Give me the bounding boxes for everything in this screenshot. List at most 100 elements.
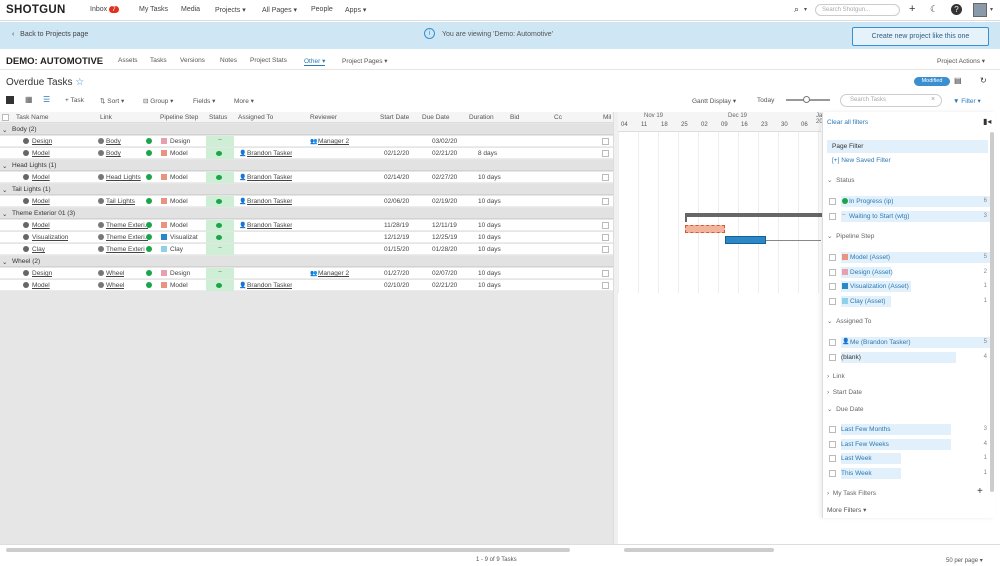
gantt-horizontal-scrollbar[interactable] [624, 548, 774, 552]
filter-checkbox[interactable] [829, 469, 836, 477]
filter-option[interactable]: This Week 1 [827, 467, 987, 479]
filter-checkbox[interactable] [829, 455, 836, 462]
link-cell[interactable]: Wheel [106, 270, 124, 277]
col-bid[interactable]: Bid [510, 114, 519, 121]
table-row[interactable]: Design Body Design – 👥 Manager 2 03/02/20 [0, 136, 613, 147]
pipeline-section-header[interactable]: ⌄ Pipeline Step [827, 232, 874, 240]
pipeline-step-cell[interactable]: Model [170, 174, 188, 181]
inbox-link[interactable]: Inbox 7 [90, 6, 119, 13]
filter-option[interactable]: In Progress (ip) 6 [827, 196, 991, 207]
col-duration[interactable]: Duration [469, 114, 494, 121]
reviewer-cell[interactable]: Manager 2 [318, 138, 349, 145]
page-filter-item[interactable]: Page Filter [827, 140, 988, 153]
gantt-summary-bar[interactable] [685, 213, 825, 217]
project-name[interactable]: DEMO: AUTOMOTIVE [6, 56, 103, 67]
task-name-link[interactable]: Model [32, 174, 50, 181]
search-icon[interactable]: ⌕ [794, 4, 799, 15]
milestone-checkbox[interactable] [602, 174, 609, 181]
create-project-button[interactable]: Create new project like this one [852, 27, 989, 46]
col-milestone[interactable]: Mil [603, 114, 611, 121]
milestone-checkbox[interactable] [602, 198, 609, 205]
link-section-header[interactable]: › Link [827, 373, 845, 380]
col-reviewer[interactable]: Reviewer [310, 114, 337, 121]
tab-project-stats[interactable]: Project Stats [250, 57, 287, 64]
more-menu[interactable]: More ▾ [234, 97, 254, 105]
due-date-cell[interactable]: 02/21/20 [432, 282, 457, 289]
task-name-link[interactable]: Clay [32, 246, 45, 253]
link-cell[interactable]: Head Lights [106, 174, 141, 181]
milestone-checkbox[interactable] [602, 282, 609, 289]
star-icon[interactable]: ☆ [75, 77, 84, 88]
filter-checkbox[interactable] [829, 339, 836, 346]
duration-cell[interactable]: 10 days [478, 270, 501, 277]
pipeline-step-cell[interactable]: Model [170, 222, 188, 229]
task-name-link[interactable]: Model [32, 222, 50, 229]
duration-cell[interactable]: 8 days [478, 150, 497, 157]
filter-checkbox[interactable] [829, 254, 836, 261]
group-row[interactable]: ⌄ Tail Lights (1) [0, 184, 613, 195]
clear-filters-link[interactable]: Clear all filters [827, 119, 868, 126]
filter-checkbox[interactable] [829, 268, 836, 276]
nav-projects[interactable]: Projects ▾ [215, 6, 246, 14]
task-name-link[interactable]: Model [32, 150, 50, 157]
table-row[interactable]: Clay Theme Exteri Clay – 01/15/20 01/28/20 10 … [0, 244, 613, 255]
shotgun-logo[interactable]: SHOTGUN [6, 4, 66, 16]
status-cell[interactable]: – [206, 136, 234, 147]
table-row[interactable]: Visualization Theme Exteri... Visualizat 12… [0, 232, 613, 243]
filter-option[interactable]: Design (Asset) 2 [827, 266, 987, 278]
duration-cell[interactable]: 10 days [478, 174, 501, 181]
task-name-link[interactable]: Design [32, 270, 52, 277]
grid-horizontal-scrollbar[interactable] [6, 548, 570, 552]
filter-checkbox[interactable] [829, 212, 836, 220]
gantt-display-menu[interactable]: Gantt Display ▾ [692, 97, 736, 105]
milestone-checkbox[interactable] [602, 150, 609, 157]
filter-checkbox[interactable] [829, 426, 836, 433]
tab-versions[interactable]: Versions [180, 57, 205, 64]
help-icon[interactable]: ? [951, 4, 962, 15]
new-saved-filter-link[interactable]: [+] New Saved Filter [832, 157, 891, 164]
filter-option[interactable]: Visualization (Asset) 1 [827, 281, 987, 292]
start-date-section-header[interactable]: › Start Date [827, 389, 862, 396]
filter-menu[interactable]: ▼ Filter ▾ [953, 97, 981, 105]
milestone-checkbox[interactable] [602, 138, 609, 145]
assigned-section-header[interactable]: ⌄ Assigned To [827, 317, 871, 325]
refresh-icon[interactable]: ↻ [980, 76, 987, 85]
chevron-down-icon[interactable]: ⌄ [2, 210, 7, 218]
start-date-cell[interactable]: 11/28/19 [384, 222, 409, 229]
col-start-date[interactable]: Start Date [380, 114, 409, 121]
link-cell[interactable]: Tail Lights [106, 198, 135, 205]
col-pipeline-step[interactable]: Pipeline Step [160, 114, 198, 121]
group-row[interactable]: ⌄ Theme Exterior 01 (3) [0, 208, 613, 219]
assigned-to-cell[interactable]: Brandon Tasker [247, 174, 292, 181]
col-due-date[interactable]: Due Date [422, 114, 449, 121]
detail-view-icon[interactable]: ☰ [43, 95, 50, 104]
table-row[interactable]: Model Body Model 👤 Brandon Tasker 02/12/20 02/… [0, 148, 613, 159]
col-status[interactable]: Status [209, 114, 227, 121]
tab-notes[interactable]: Notes [220, 57, 237, 64]
status-cell[interactable]: – [206, 244, 234, 255]
avatar[interactable] [973, 3, 987, 17]
duration-cell[interactable]: 10 days [478, 246, 501, 253]
start-date-cell[interactable]: 02/14/20 [384, 174, 409, 181]
tab-other[interactable]: Other ▾ [304, 57, 326, 66]
col-task-name[interactable]: Task Name [16, 114, 49, 121]
due-date-cell[interactable]: 02/21/20 [432, 150, 457, 157]
collapse-panel-icon[interactable]: ▮◂ [983, 117, 991, 126]
duration-cell[interactable]: 10 days [478, 282, 501, 289]
due-date-cell[interactable]: 12/11/19 [432, 222, 457, 229]
filter-option[interactable]: Model (Asset) 5 [827, 252, 991, 263]
filter-checkbox[interactable] [829, 198, 836, 205]
my-task-filters-header[interactable]: › My Task Filters [827, 490, 876, 497]
due-date-section-header[interactable]: ⌄ Due Date [827, 405, 864, 413]
start-date-cell[interactable]: 01/27/20 [384, 270, 409, 277]
pipeline-step-cell[interactable]: Visualizat [170, 234, 198, 241]
pipeline-step-cell[interactable]: Model [170, 150, 188, 157]
task-name-link[interactable]: Model [32, 198, 50, 205]
project-actions-menu[interactable]: Project Actions ▾ [937, 57, 985, 65]
pipeline-step-cell[interactable]: Clay [170, 246, 183, 253]
moon-icon[interactable]: ☾ [930, 4, 938, 15]
gantt-task-bar[interactable] [685, 225, 725, 233]
plus-icon[interactable]: + [909, 3, 915, 15]
due-date-cell[interactable]: 03/02/20 [432, 138, 457, 145]
tab-assets[interactable]: Assets [118, 57, 138, 64]
